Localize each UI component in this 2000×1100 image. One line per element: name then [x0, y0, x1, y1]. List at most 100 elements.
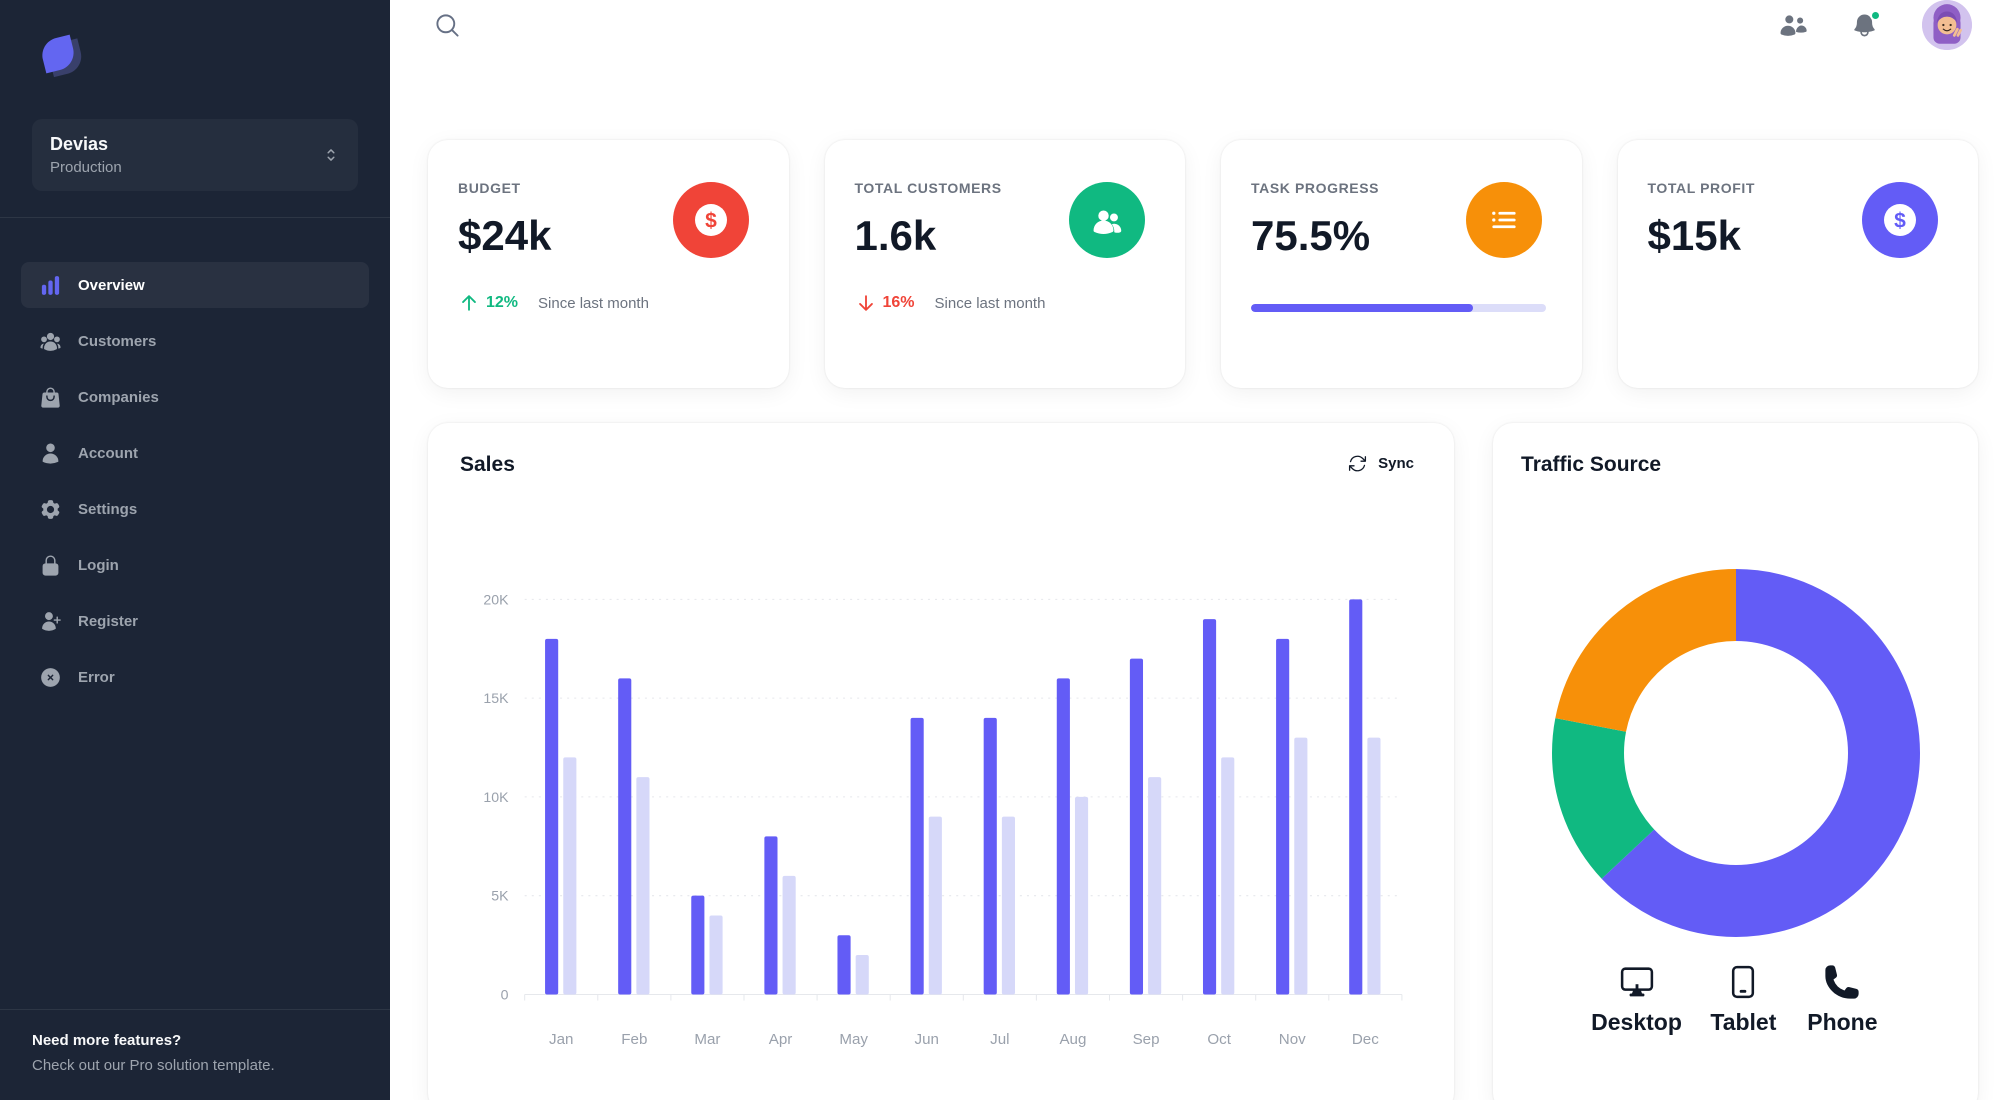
- users-icon: [1779, 11, 1807, 39]
- budget-trend: 12% Since last month: [458, 292, 753, 314]
- arrow-down-icon: [855, 292, 877, 314]
- search-icon: [434, 12, 461, 39]
- svg-text:Feb: Feb: [621, 1031, 647, 1048]
- sidebar-item-overview[interactable]: Overview: [21, 262, 369, 308]
- traffic-source-title: Traffic Source: [1521, 453, 1662, 476]
- sidebar-item-customers[interactable]: Customers: [21, 318, 369, 364]
- refresh-icon: [1347, 453, 1368, 474]
- user-avatar[interactable]: [1922, 0, 1972, 50]
- svg-text:Jan: Jan: [549, 1031, 573, 1048]
- sales-title: Sales: [460, 453, 515, 476]
- sidebar-item-settings[interactable]: Settings: [21, 486, 369, 532]
- workspace-selector[interactable]: Devias Production: [32, 119, 358, 191]
- svg-text:Jul: Jul: [990, 1031, 1009, 1048]
- user-icon: [39, 442, 62, 465]
- sidebar-item-label: Companies: [78, 388, 159, 406]
- sidebar: Devias Production Overview Customers Com…: [0, 0, 390, 1100]
- device-phone-label: Phone: [1807, 1009, 1878, 1035]
- sales-bar-chart: 0 5K 10K 15K 20K Jan Feb Mar Apr May Jun Jul Aug Sep O…: [460, 569, 1414, 1074]
- svg-text:10K: 10K: [483, 789, 509, 805]
- traffic-devices-legend: Desktop Tablet Phone: [1521, 963, 1950, 1036]
- budget-card: BUDGET $24k $ 12% Since last month: [428, 140, 789, 388]
- traffic-source-card: Traffic Source Desktop Tablet Phone: [1493, 423, 1978, 1100]
- charts-row: Sales Sync 0 5K 10K 15K 20K Jan Feb Mar Apr May Ju…: [428, 423, 1978, 1100]
- svg-text:Aug: Aug: [1059, 1031, 1086, 1048]
- avatar-image: [1922, 0, 1972, 50]
- task-progress-bar: [1251, 304, 1546, 312]
- svg-text:$: $: [705, 210, 717, 233]
- sync-label: Sync: [1378, 455, 1415, 472]
- customers-trend-value: 16%: [882, 294, 915, 311]
- svg-text:May: May: [839, 1031, 868, 1048]
- sidebar-footer: Need more features? Check out our Pro so…: [0, 1009, 390, 1100]
- footer-title: Need more features?: [32, 1032, 182, 1049]
- task-progress-card: TASK PROGRESS 75.5%: [1221, 140, 1582, 388]
- total-profit-card: TOTAL PROFIT $15k $: [1617, 140, 1978, 388]
- svg-text:Dec: Dec: [1352, 1031, 1379, 1048]
- chevron-up-down-icon: [322, 146, 340, 164]
- sidebar-item-login[interactable]: Login: [21, 542, 369, 588]
- sidebar-item-label: Settings: [78, 500, 138, 518]
- topbar: [390, 0, 2000, 50]
- customers-trend-caption: Since last month: [934, 294, 1046, 312]
- stats-row: BUDGET $24k $ 12% Since last month TOTAL…: [428, 140, 1978, 388]
- device-tablet-label: Tablet: [1710, 1009, 1777, 1035]
- contacts-button[interactable]: [1779, 11, 1807, 39]
- svg-text:Sep: Sep: [1133, 1031, 1160, 1048]
- arrow-up-icon: [458, 292, 480, 314]
- devias-logo-icon: [42, 34, 82, 78]
- sidebar-item-label: Customers: [78, 332, 157, 350]
- phone-icon: [1823, 963, 1861, 1001]
- sidebar-nav: Overview Customers Companies Account Set…: [0, 218, 390, 710]
- device-tablet: Tablet: [1706, 963, 1781, 1036]
- device-phone: Phone: [1805, 963, 1880, 1036]
- customers-trend: 16% Since last month: [855, 292, 1150, 314]
- svg-text:15K: 15K: [483, 690, 509, 706]
- x-circle-icon: [39, 666, 62, 689]
- total-customers-card: TOTAL CUSTOMERS 1.6k 16% Since last mont…: [824, 140, 1185, 388]
- task-progress-icon-circle: [1465, 182, 1542, 258]
- customers-icon-circle: [1069, 182, 1145, 258]
- desktop-icon: [1618, 963, 1656, 1001]
- shopping-bag-icon: [39, 386, 62, 409]
- app-logo: [0, 0, 390, 83]
- svg-text:Apr: Apr: [769, 1031, 793, 1048]
- sidebar-item-companies[interactable]: Companies: [21, 374, 369, 420]
- svg-text:20K: 20K: [483, 591, 509, 607]
- sidebar-item-register[interactable]: Register: [21, 598, 369, 644]
- sidebar-item-label: Login: [78, 556, 119, 574]
- users-icon: [39, 330, 62, 353]
- dollar-icon: $: [1884, 204, 1916, 236]
- sidebar-item-label: Overview: [78, 276, 145, 294]
- list-icon: [1491, 211, 1516, 229]
- svg-text:Mar: Mar: [694, 1031, 720, 1048]
- task-progress-bar-fill: [1251, 304, 1474, 312]
- footer-pro-link[interactable]: Check out our Pro solution template.: [32, 1057, 358, 1074]
- sync-button[interactable]: Sync: [1347, 453, 1414, 474]
- sales-card-header: Sales Sync: [460, 453, 1414, 477]
- sales-card: Sales Sync 0 5K 10K 15K 20K Jan Feb Mar Apr May Ju…: [428, 423, 1455, 1100]
- gear-icon: [39, 498, 62, 521]
- dollar-icon: $: [694, 204, 727, 236]
- tablet-icon: [1724, 963, 1762, 1001]
- budget-trend-value: 12%: [486, 294, 519, 311]
- dashboard-content: BUDGET $24k $ 12% Since last month TOTAL…: [390, 50, 2000, 1100]
- sidebar-item-label: Error: [78, 668, 115, 686]
- svg-text:$: $: [1894, 210, 1906, 233]
- notifications-button[interactable]: [1851, 9, 1881, 39]
- sidebar-item-label: Register: [78, 612, 139, 630]
- workspace-environment: Production: [50, 159, 122, 176]
- lock-icon: [39, 554, 62, 577]
- search-button[interactable]: [434, 12, 461, 39]
- sidebar-item-account[interactable]: Account: [21, 430, 369, 476]
- svg-text:5K: 5K: [491, 888, 509, 904]
- profit-icon-circle: $: [1862, 182, 1938, 258]
- notification-badge-dot: [1870, 9, 1881, 21]
- svg-text:Jun: Jun: [915, 1031, 939, 1048]
- traffic-donut-chart: [1521, 567, 1950, 939]
- main-area: BUDGET $24k $ 12% Since last month TOTAL…: [390, 0, 2000, 1100]
- sidebar-item-error[interactable]: Error: [21, 654, 369, 700]
- users-icon: [1093, 210, 1122, 234]
- chart-bar-icon: [39, 274, 62, 297]
- user-plus-icon: [39, 610, 62, 633]
